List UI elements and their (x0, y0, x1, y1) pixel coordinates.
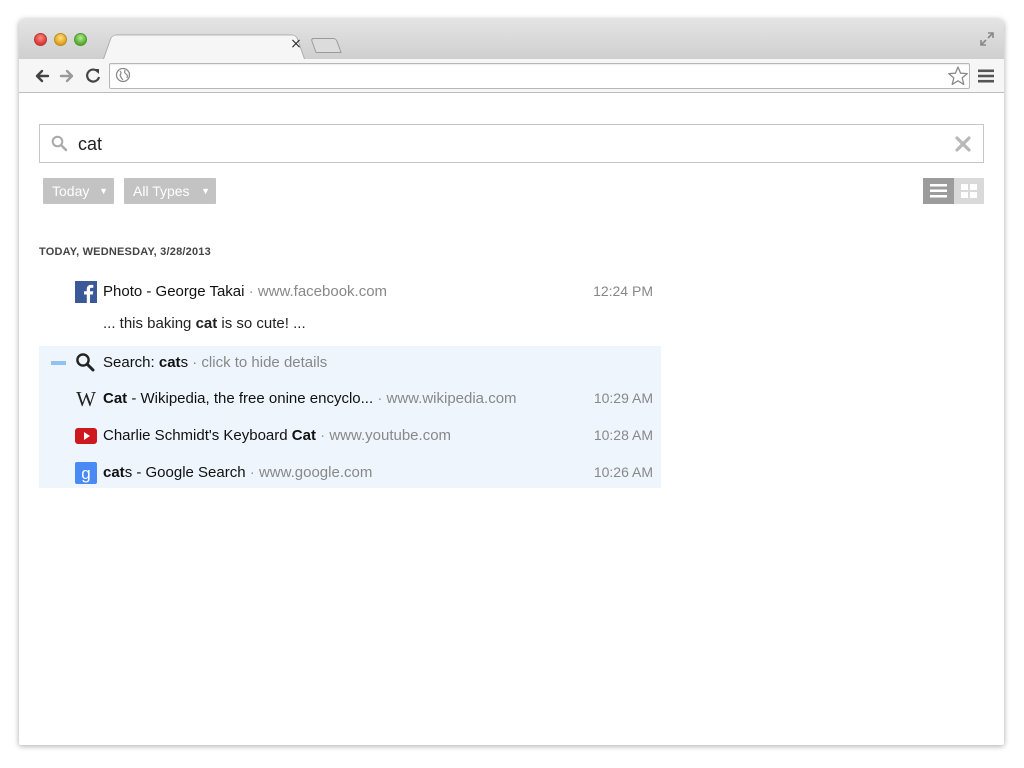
minimize-window-button[interactable] (54, 33, 67, 46)
snippet-text: ... this baking (103, 315, 196, 332)
history-entry[interactable]: Photo - George Takai · www.facebook.com … (39, 273, 661, 310)
type-filter-label: All Types (133, 183, 190, 199)
facebook-icon (75, 281, 97, 303)
history-page: cat Today ▼ All Types ▼ TODAY, WEDNESDAY… (19, 94, 1004, 745)
snippet-highlight: cat (195, 315, 218, 332)
date-filter-dropdown[interactable]: Today ▼ (43, 178, 114, 204)
history-entry[interactable]: W Cat - Wikipedia, the free onine encycl… (39, 380, 661, 417)
history-entry-title: Charlie Schmidt's Keyboard Cat · www.you… (103, 417, 451, 454)
close-window-button[interactable] (34, 33, 47, 46)
history-search-input[interactable]: cat (39, 124, 984, 163)
group-label-rest: s (180, 354, 189, 371)
snippet-text: is so cute! ... (217, 315, 306, 332)
search-icon (51, 135, 68, 152)
entry-url: www.wikipedia.com (386, 390, 517, 407)
chevron-down-icon: ▼ (99, 186, 108, 196)
group-details-link[interactable]: click to hide details (201, 354, 327, 371)
wikipedia-icon: W (76, 388, 96, 410)
type-filter-dropdown[interactable]: All Types ▼ (124, 178, 216, 204)
entry-time: 10:26 AM (593, 464, 653, 480)
group-label-highlight: cat (158, 354, 181, 371)
separator: · (377, 390, 383, 407)
separator: · (320, 427, 326, 444)
collapse-toggle-icon[interactable] (51, 361, 66, 365)
entry-title-text: - Wikipedia, the free onine encyclo... (127, 390, 374, 407)
list-icon (930, 184, 947, 198)
search-group-header[interactable]: Search: cats · click to hide details (103, 346, 327, 380)
date-header: TODAY, WEDNESDAY, 3/28/2013 (39, 246, 211, 258)
entry-url: www.google.com (258, 464, 373, 481)
separator: · (192, 354, 198, 371)
entry-time: 10:29 AM (593, 390, 653, 406)
entry-time: 12:24 PM (593, 283, 653, 299)
svg-text:W: W (76, 388, 96, 410)
google-icon: g (75, 462, 97, 484)
history-entry[interactable]: Charlie Schmidt's Keyboard Cat · www.you… (39, 417, 661, 454)
entry-title-text: Photo - George Takai (103, 283, 245, 300)
svg-text:g: g (81, 464, 90, 483)
separator: · (248, 283, 254, 300)
entry-title-highlight: cat (103, 464, 125, 481)
view-toggle (923, 178, 984, 204)
chevron-down-icon: ▼ (201, 186, 210, 196)
zoom-window-button[interactable] (74, 33, 87, 46)
history-entry-title: cats - Google Search · www.google.com (103, 454, 372, 491)
forward-arrow-icon[interactable] (57, 66, 77, 86)
entry-title-text: Charlie Schmidt's Keyboard (103, 427, 292, 444)
back-arrow-icon[interactable] (32, 66, 52, 86)
entry-title-highlight: Cat (103, 390, 128, 407)
tab-history[interactable] (103, 34, 305, 59)
history-entry-title: Cat - Wikipedia, the free onine encyclo.… (103, 380, 517, 417)
entry-snippet: ... this baking cat is so cute! ... (103, 315, 306, 332)
entry-title-highlight: Cat (291, 427, 316, 444)
globe-icon (115, 67, 131, 83)
history-entry[interactable]: g cats - Google Search · www.google.com … (39, 454, 661, 491)
search-icon (76, 353, 95, 372)
hamburger-menu-icon[interactable] (977, 68, 995, 84)
entry-url: www.youtube.com (329, 427, 452, 444)
toolbar (19, 59, 1004, 93)
clear-search-icon[interactable] (954, 135, 972, 153)
entry-title-text: s - Google Search (124, 464, 246, 481)
tab-strip: × (19, 19, 1004, 59)
browser-window: × cat Today ▼ All Types ▼ TODAY, WEDNESD… (19, 19, 1004, 745)
fullscreen-icon[interactable] (979, 31, 995, 47)
new-tab-button[interactable] (310, 38, 342, 53)
entry-url: www.facebook.com (257, 283, 388, 300)
grid-icon (961, 184, 977, 198)
reload-icon[interactable] (83, 66, 103, 86)
search-query-text: cat (78, 134, 103, 154)
entry-time: 10:28 AM (593, 427, 653, 443)
history-entry-title: Photo - George Takai · www.facebook.com (103, 273, 387, 310)
date-filter-label: Today (52, 183, 90, 199)
tab-close-button[interactable]: × (289, 37, 303, 51)
separator: · (249, 464, 255, 481)
star-icon[interactable] (947, 65, 969, 87)
address-bar[interactable] (109, 63, 970, 89)
list-view-button[interactable] (923, 178, 954, 204)
grid-view-button[interactable] (954, 178, 984, 204)
youtube-icon (75, 428, 97, 444)
group-label-prefix: Search: (103, 354, 159, 371)
